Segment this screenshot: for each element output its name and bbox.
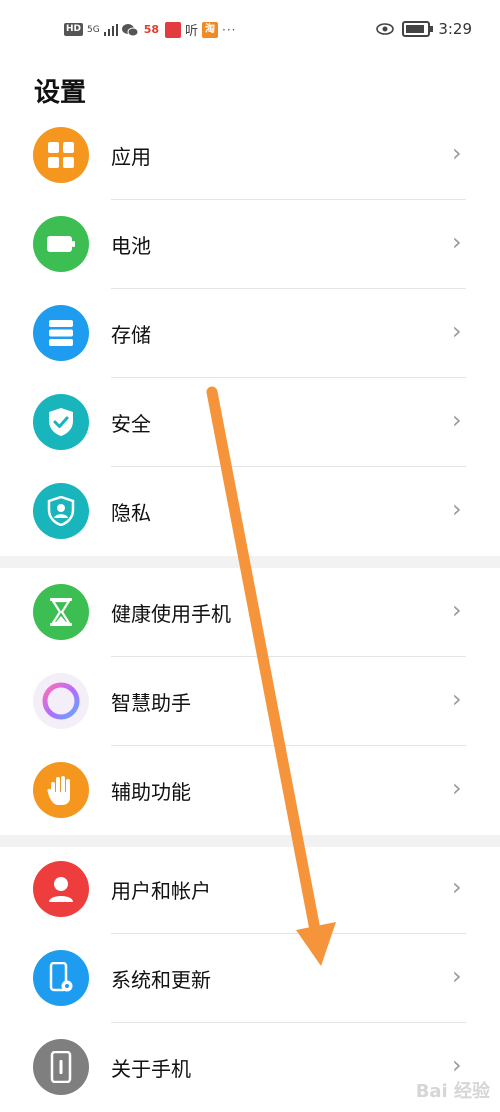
shield-check-icon [49,408,73,436]
hourglass-icon [50,598,72,626]
chevron-right-icon: › [452,596,462,624]
watermark-logo: Bai 经验 [415,1081,490,1102]
settings-item-label: 应用 [111,145,151,169]
chevron-right-icon: › [452,139,462,167]
chevron-right-icon: › [452,1051,462,1079]
settings-item-label: 健康使用手机 [111,602,231,626]
settings-item-label: 系统和更新 [111,968,211,992]
taobao-icon: 淘 [202,21,219,38]
phone-info-icon [50,1051,72,1083]
apps-icon-bg [33,127,89,183]
settings-item-label: 智慧助手 [111,691,191,715]
chevron-right-icon: › [452,774,462,802]
battery-status-icon [402,21,434,37]
storage-icon-bg [33,305,89,361]
chevron-right-icon: › [452,228,462,256]
app-58-badge: 58 [143,23,160,36]
wechat-icon [121,23,138,36]
chevron-right-icon: › [452,495,462,523]
privacy-icon [47,496,75,526]
about-icon-bg [33,1039,89,1095]
settings-item-apps[interactable]: 应用 › [0,111,500,200]
users-icon-bg [33,861,89,917]
settings-item-label: 安全 [111,412,151,436]
settings-item-label: 用户和帐户 [111,879,211,903]
settings-group-1: 应用 › 电池 › 存储 › 安全 › 隐私 › [0,111,500,556]
hand-icon [47,776,70,805]
chevron-right-icon: › [452,406,462,434]
status-bar: HD 5G 58 听 淘 ··· 3:29 [0,0,500,62]
settings-item-label: 存储 [111,323,151,347]
privacy-icon-bg [33,483,89,539]
digital-balance-icon-bg [33,584,89,640]
settings-item-users-accounts[interactable]: 用户和帐户 › [0,845,500,934]
phone-settings-icon [49,962,73,992]
settings-group-3: 用户和帐户 › 系统和更新 › 关于手机 › [0,845,500,1112]
settings-item-label: 电池 [111,234,151,258]
status-right: 3:29 [376,20,472,38]
settings-item-digital-balance[interactable]: 健康使用手机 › [0,568,500,657]
accessibility-icon-bg [33,762,89,818]
grid-icon [48,142,74,168]
chevron-right-icon: › [452,317,462,345]
eye-icon [376,23,395,35]
settings-item-storage[interactable]: 存储 › [0,289,500,378]
user-icon [49,877,73,902]
settings-item-accessibility[interactable]: 辅助功能 › [0,746,500,835]
section-gap [0,556,500,568]
signal-icon [103,23,118,36]
system-icon-bg [33,950,89,1006]
settings-group-2: 健康使用手机 › 智慧助手 › 辅助功能 › [0,568,500,835]
settings-item-privacy[interactable]: 隐私 › [0,467,500,556]
settings-item-label: 辅助功能 [111,780,191,804]
status-time: 3:29 [438,20,472,38]
settings-item-label: 关于手机 [111,1057,191,1081]
status-left: HD 5G 58 听 淘 ··· [64,20,237,39]
hd-badge: HD [64,23,84,36]
assistant-ring-icon [42,682,80,720]
more-notifications-icon: ··· [222,22,237,37]
settings-item-security[interactable]: 安全 › [0,378,500,467]
settings-item-system-update[interactable]: 系统和更新 › [0,934,500,1023]
settings-item-battery[interactable]: 电池 › [0,200,500,289]
settings-item-smart-assistant[interactable]: 智慧助手 › [0,657,500,746]
smart-assistant-icon-bg [33,673,89,729]
signal-label: 5G [87,24,100,35]
storage-icon [49,320,73,346]
chevron-right-icon: › [452,873,462,901]
page-title: 设置 [34,78,87,108]
chevron-right-icon: › [452,962,462,990]
security-icon-bg [33,394,89,450]
app-red-icon [165,21,182,38]
battery-icon [47,236,75,252]
chevron-right-icon: › [452,685,462,713]
settings-item-label: 隐私 [111,501,151,525]
listen-icon: 听 [185,24,199,39]
battery-icon-bg [33,216,89,272]
